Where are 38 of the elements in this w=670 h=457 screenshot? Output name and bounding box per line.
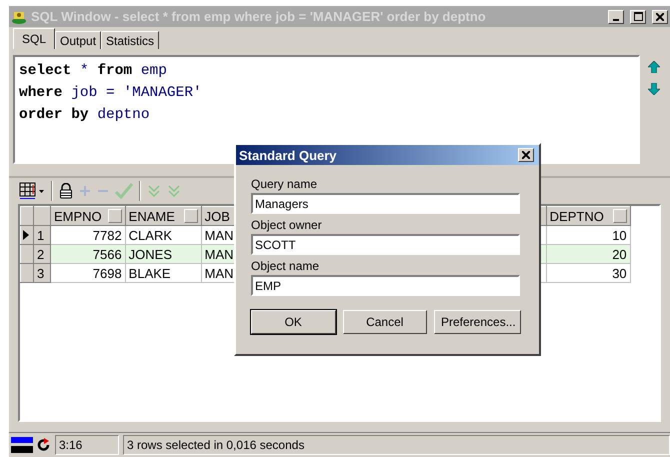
dialog-title: Standard Query [239,148,337,162]
maximize-icon [634,12,642,21]
grid-icon[interactable] [19,182,45,200]
input-field[interactable]: SCOTT [251,234,520,255]
table-cell: JONES [125,244,202,264]
column-button[interactable] [612,209,627,223]
arrow-up-icon[interactable] [648,61,660,73]
minimize-button[interactable] [608,10,624,24]
close-icon [522,151,530,159]
dialog-button[interactable]: Preferences... [434,310,521,334]
table-cell: 7566 [50,244,126,264]
table-cell: 20 [546,244,630,264]
tab[interactable]: Output [55,31,102,49]
status-time: 3:16 [55,435,119,455]
input-field[interactable]: Managers [251,193,520,214]
maximize-button[interactable] [630,10,646,24]
tab[interactable]: SQL [13,28,56,49]
arrow-down-icon[interactable] [648,83,660,95]
table-cell: 7698 [50,264,126,282]
column-button[interactable] [108,209,122,223]
tab[interactable]: Statistics [101,31,160,49]
close-button[interactable] [518,148,534,162]
status-message: 3 rows selected in 0,016 seconds [123,435,670,455]
status-icon [11,436,33,454]
table-cell: BLAKE [125,264,202,282]
lock-icon[interactable] [59,183,73,199]
refresh-icon[interactable] [37,438,51,452]
checkmark-icon[interactable] [115,183,133,199]
field-label: Query name [251,177,318,191]
table-cell: 30 [546,264,630,282]
dialog-button[interactable]: Cancel [342,310,427,334]
dialog-button[interactable]: OK [251,310,336,334]
column-header[interactable]: JOB [204,208,230,224]
minimize-icon [613,18,619,20]
column-button[interactable] [184,209,198,223]
input-field[interactable]: EMP [251,275,520,296]
close-icon [656,12,664,20]
close-button[interactable] [652,10,668,24]
